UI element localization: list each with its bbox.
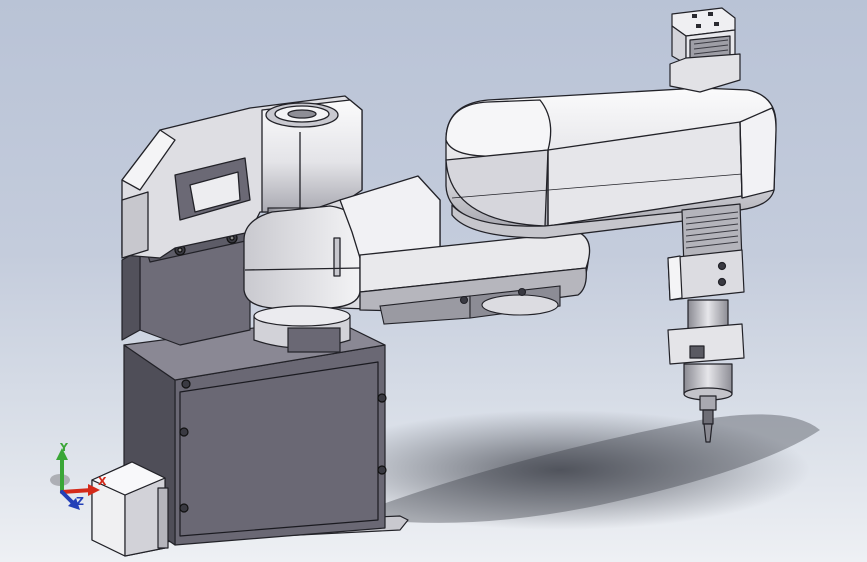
scara-robot-model[interactable] <box>0 0 867 562</box>
triad-x-label: X <box>98 475 107 488</box>
top-motor-block[interactable] <box>669 7 741 93</box>
spindle-assembly[interactable] <box>667 203 745 443</box>
triad-z-label: Z <box>76 495 84 508</box>
triad-y-label: Y <box>60 441 68 454</box>
triad-graphic <box>50 448 100 510</box>
axis-triad: Y X Z <box>40 440 120 520</box>
graphics-viewport[interactable]: Y X Z <box>0 0 867 562</box>
